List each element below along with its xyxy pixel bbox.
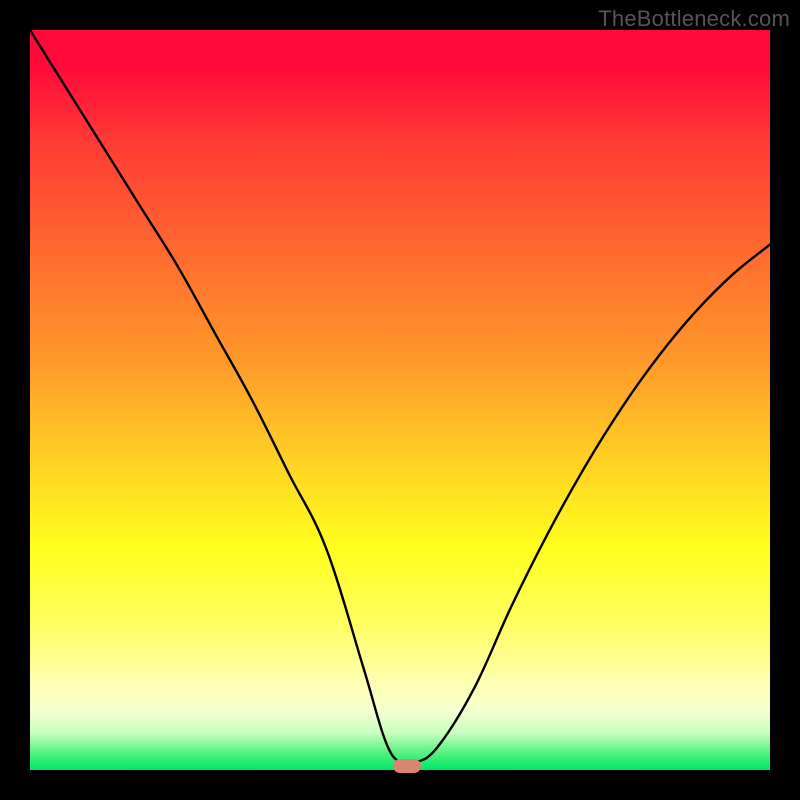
bottleneck-curve-path — [30, 30, 770, 765]
bottleneck-marker — [393, 759, 421, 773]
plot-area — [30, 30, 770, 770]
curve-svg — [30, 30, 770, 770]
chart-frame: TheBottleneck.com — [0, 0, 800, 800]
watermark-label: TheBottleneck.com — [598, 6, 790, 32]
